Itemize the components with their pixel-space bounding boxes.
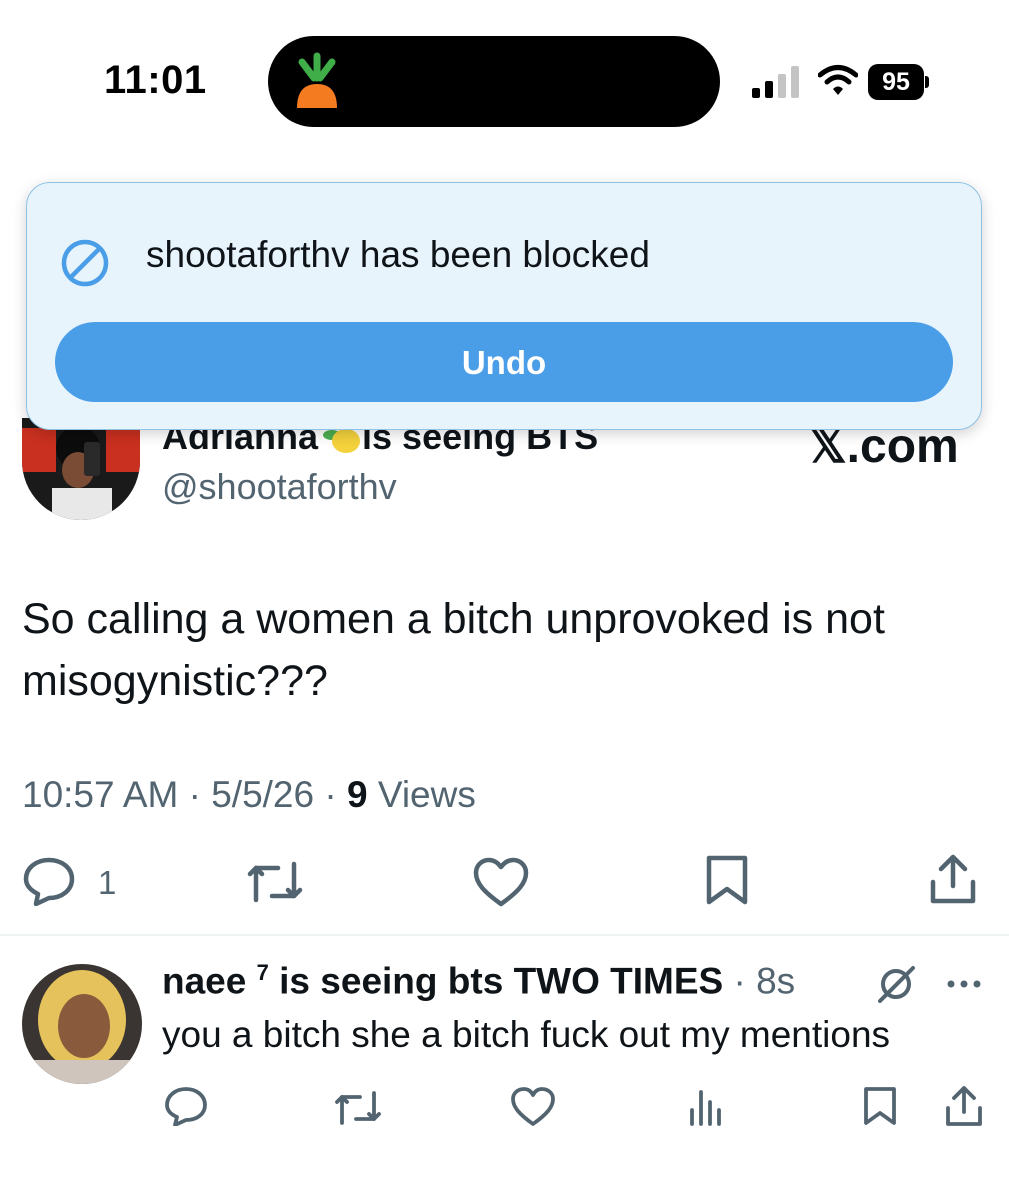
- reply-name-part2: is seeing bts TWO TIMES: [268, 960, 724, 1002]
- tweet-text: So calling a women a bitch unprovoked is…: [22, 595, 885, 705]
- reply-avatar[interactable]: [22, 964, 142, 1084]
- reply-name-part1: naee: [162, 960, 257, 1002]
- divider: [0, 934, 1009, 936]
- reply-retweet-icon[interactable]: [332, 1090, 384, 1126]
- battery-icon: 95: [868, 64, 930, 100]
- block-icon: [61, 239, 109, 287]
- reply-text: you a bitch she a bitch fuck out my ment…: [162, 1014, 891, 1055]
- cellular-signal-icon: [752, 66, 799, 98]
- like-icon[interactable]: [472, 856, 530, 908]
- reply-share-icon[interactable]: [944, 1084, 984, 1128]
- views-label: Views: [367, 774, 476, 815]
- reply-display-name[interactable]: naee 7 is seeing bts TWO TIMES · 8s: [162, 960, 795, 1002]
- more-options-icon[interactable]: [946, 978, 982, 990]
- reply-time[interactable]: · 8s: [723, 960, 795, 1001]
- toast-message: shootaforthv has been blocked: [146, 234, 650, 275]
- user-handle[interactable]: @shootaforthv: [162, 466, 397, 508]
- tweet-timestamp[interactable]: 10:57 AM · 5/5/26 ·: [22, 774, 347, 815]
- undo-button[interactable]: Undo: [55, 322, 953, 402]
- reply-name-superscript: 7: [256, 960, 269, 985]
- grok-icon[interactable]: [876, 964, 916, 1004]
- retweet-icon[interactable]: [244, 860, 306, 904]
- reply-views-icon[interactable]: [688, 1088, 724, 1126]
- share-icon[interactable]: [928, 852, 978, 906]
- wifi-icon: [818, 65, 858, 95]
- reply-icon[interactable]: [22, 856, 76, 906]
- views-count: 9: [346, 774, 368, 815]
- reply-like-icon[interactable]: [510, 1086, 556, 1128]
- carrot-icon: [297, 52, 337, 108]
- reply-count: 1: [98, 864, 117, 901]
- reply-reply-icon[interactable]: [164, 1086, 208, 1126]
- avatar[interactable]: [22, 418, 140, 520]
- tweet-meta: 10:57 AM · 5/5/26 · 9 Views: [22, 774, 476, 816]
- status-time: 11:01: [104, 58, 207, 102]
- battery-percent: 95: [882, 68, 910, 96]
- bookmark-icon[interactable]: [704, 854, 750, 906]
- reply-bookmark-icon[interactable]: [862, 1086, 898, 1126]
